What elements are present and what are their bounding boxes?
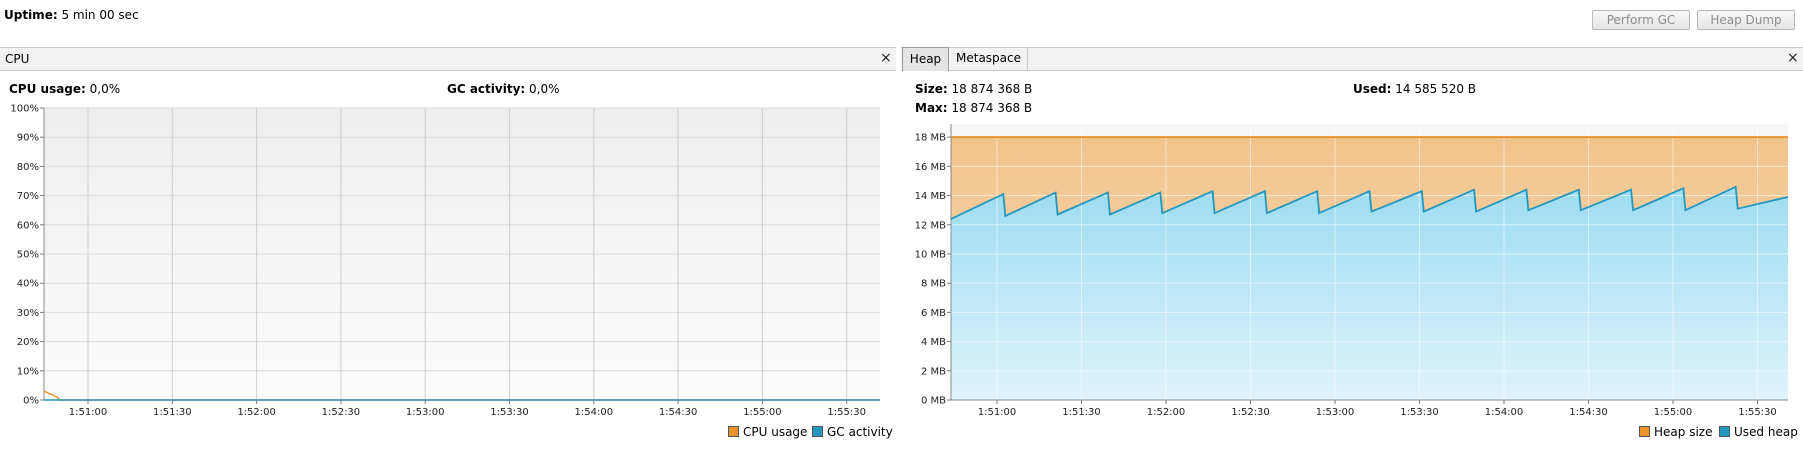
heap-size-stat: Size: 18 874 368 B bbox=[915, 82, 1032, 96]
heap-size-value: 18 874 368 B bbox=[951, 82, 1033, 96]
heap-y-tick-label: 2 MB bbox=[921, 366, 946, 377]
heap-x-tick-label: 1:51:00 bbox=[978, 407, 1017, 418]
heap-dump-button[interactable]: Heap Dump bbox=[1697, 10, 1795, 30]
heap-x-tick-label: 1:53:00 bbox=[1316, 407, 1355, 418]
used-heap-area bbox=[951, 186, 1788, 400]
heap-y-tick-label: 14 MB bbox=[915, 191, 947, 202]
heap-legend-heap-size-label: Heap size bbox=[1654, 425, 1713, 439]
cpu-x-tick-label: 1:55:00 bbox=[743, 407, 782, 418]
heap-x-tick-label: 1:51:30 bbox=[1062, 407, 1101, 418]
cpu-y-tick-label: 70% bbox=[17, 191, 39, 202]
heap-size-label: Size: bbox=[915, 82, 948, 96]
cpu-usage-label: CPU usage: bbox=[9, 82, 86, 96]
heap-max-stat: Max: 18 874 368 B bbox=[915, 101, 1032, 115]
cpu-panel-header: CPU × bbox=[0, 47, 896, 71]
gc-activity-swatch-icon bbox=[812, 426, 823, 437]
tab-metaspace[interactable]: Metaspace bbox=[950, 47, 1028, 71]
uptime: Uptime: 5 min 00 sec bbox=[4, 8, 139, 22]
cpu-legend-cpu-usage-label: CPU usage bbox=[743, 425, 808, 439]
heap-y-tick-label: 0 MB bbox=[921, 396, 946, 407]
heap-y-tick-label: 8 MB bbox=[921, 279, 946, 290]
cpu-chart: 0% 10% 20% 30% 40% 50% 60% 70% 80% 90% 100% 1:51:00… bbox=[10, 104, 880, 418]
cpu-y-tick-label: 60% bbox=[17, 220, 39, 231]
tab-heap[interactable]: Heap bbox=[902, 47, 949, 71]
cpu-y-tick-label: 40% bbox=[17, 279, 39, 290]
heap-x-tick-label: 1:55:30 bbox=[1738, 407, 1777, 418]
cpu-y-tick-label: 0% bbox=[23, 396, 39, 407]
cpu-y-tick-label: 30% bbox=[17, 308, 39, 319]
cpu-x-tick-label: 1:53:30 bbox=[490, 407, 529, 418]
cpu-usage-value: 0,0% bbox=[89, 82, 121, 96]
heap-y-tick-label: 16 MB bbox=[915, 162, 947, 173]
cpu-usage-swatch-icon bbox=[728, 426, 739, 437]
heap-y-tick-label: 4 MB bbox=[921, 337, 946, 348]
heap-x-tick-label: 1:52:00 bbox=[1147, 407, 1186, 418]
cpu-x-tick-label: 1:54:00 bbox=[575, 407, 614, 418]
heap-x-tick-label: 1:54:00 bbox=[1485, 407, 1524, 418]
heap-used-label: Used: bbox=[1353, 82, 1392, 96]
heap-legend-heap-size: Heap size bbox=[1639, 425, 1712, 439]
cpu-x-tick-label: 1:51:30 bbox=[153, 407, 192, 418]
cpu-y-tick-label: 100% bbox=[10, 104, 39, 115]
heap-used-stat: Used: 14 585 520 B bbox=[1353, 82, 1476, 96]
heap-panel-header: Heap Metaspace × bbox=[901, 47, 1803, 71]
cpu-x-tick-label: 1:52:30 bbox=[322, 407, 361, 418]
heap-y-tick-label: 18 MB bbox=[915, 133, 947, 144]
cpu-panel-close-icon[interactable]: × bbox=[880, 50, 892, 66]
cpu-x-tick-label: 1:52:00 bbox=[237, 407, 276, 418]
heap-used-value: 14 585 520 B bbox=[1395, 82, 1477, 96]
heap-y-tick-label: 12 MB bbox=[915, 220, 947, 231]
cpu-x-tick-label: 1:54:30 bbox=[659, 407, 698, 418]
heap-chart: 0 MB 2 MB 4 MB 6 MB 8 MB 10 MB 12 MB 14 MB 16 MB… bbox=[915, 124, 1789, 418]
cpu-x-tick-label: 1:55:30 bbox=[827, 407, 866, 418]
heap-size-swatch-icon bbox=[1639, 426, 1650, 437]
uptime-value: 5 min 00 sec bbox=[61, 8, 139, 22]
cpu-x-tick-label: 1:51:00 bbox=[69, 407, 108, 418]
cpu-legend-gc-activity: GC activity bbox=[812, 425, 893, 439]
cpu-y-tick-label: 90% bbox=[17, 133, 39, 144]
heap-x-tick-label: 1:52:30 bbox=[1231, 407, 1270, 418]
heap-max-label: Max: bbox=[915, 101, 948, 115]
used-heap-swatch-icon bbox=[1719, 426, 1730, 437]
perform-gc-button[interactable]: Perform GC bbox=[1592, 10, 1690, 30]
heap-x-tick-label: 1:54:30 bbox=[1569, 407, 1608, 418]
cpu-x-tick-label: 1:53:00 bbox=[406, 407, 445, 418]
gc-activity-stat: GC activity: 0,0% bbox=[447, 82, 560, 96]
heap-y-tick-label: 10 MB bbox=[915, 249, 947, 260]
heap-max-value: 18 874 368 B bbox=[951, 101, 1033, 115]
heap-legend-used-heap: Used heap bbox=[1719, 425, 1798, 439]
cpu-y-tick-label: 20% bbox=[17, 337, 39, 348]
gc-activity-value: 0,0% bbox=[529, 82, 560, 96]
heap-y-tick-label: 6 MB bbox=[921, 308, 946, 319]
cpu-y-tick-label: 80% bbox=[17, 162, 39, 173]
cpu-legend-cpu-usage: CPU usage bbox=[728, 425, 807, 439]
gc-activity-label: GC activity: bbox=[447, 82, 526, 96]
heap-legend-used-heap-label: Used heap bbox=[1734, 425, 1798, 439]
cpu-usage-stat: CPU usage: 0,0% bbox=[9, 82, 120, 96]
heap-panel-close-icon[interactable]: × bbox=[1787, 50, 1799, 66]
cpu-legend-gc-activity-label: GC activity bbox=[827, 425, 893, 439]
cpu-y-tick-label: 10% bbox=[17, 366, 39, 377]
heap-x-tick-label: 1:55:00 bbox=[1654, 407, 1693, 418]
heap-x-tick-label: 1:53:30 bbox=[1400, 407, 1439, 418]
cpu-y-tick-label: 50% bbox=[17, 250, 39, 261]
cpu-panel-title: CPU bbox=[5, 52, 30, 66]
uptime-label: Uptime: bbox=[4, 8, 58, 22]
